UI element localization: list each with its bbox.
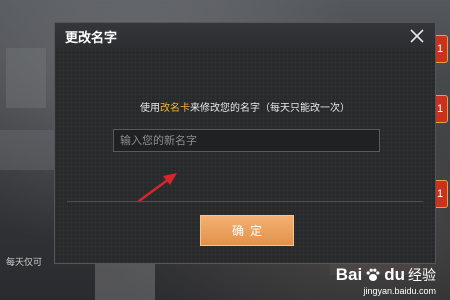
close-button[interactable] xyxy=(407,26,427,46)
dialog-header: 更改名字 xyxy=(55,23,435,49)
baidu-jingyan-watermark: Bai du 经验 jingyan.baidu.com xyxy=(335,265,436,296)
baidu-paw-icon xyxy=(366,268,380,281)
new-name-input[interactable] xyxy=(113,129,380,152)
background-side-label: 每天仅可 xyxy=(6,258,43,268)
red-arrow-annotation xyxy=(137,173,177,203)
dialog-divider xyxy=(67,201,423,202)
rename-dialog: 更改名字 使用改名卡来修改您的名字（每天只能改一次） 确定 xyxy=(54,22,436,264)
dialog-title: 更改名字 xyxy=(65,31,118,46)
rename-card-highlight: 改名卡 xyxy=(160,103,190,114)
confirm-button[interactable]: 确定 xyxy=(200,215,294,246)
instruction-text: 使用改名卡来修改您的名字（每天只能改一次） xyxy=(140,103,350,114)
close-icon xyxy=(410,29,424,43)
